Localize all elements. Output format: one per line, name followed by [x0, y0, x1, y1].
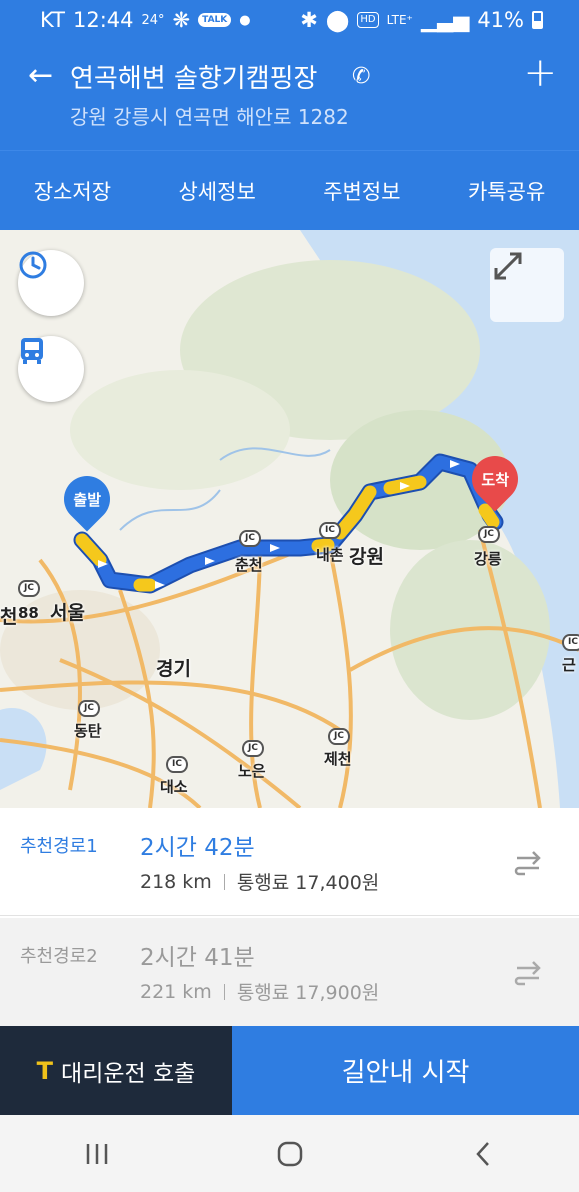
- jc-marker: JC: [78, 700, 100, 717]
- ic-marker: IC: [562, 634, 579, 651]
- map-label-cheon: 천: [0, 606, 18, 628]
- expand-map-button[interactable]: [490, 248, 564, 322]
- jc-marker: JC: [478, 526, 500, 543]
- recent-apps-icon: [86, 1143, 107, 1164]
- map-label-geun: 근: [562, 656, 576, 674]
- route-switch-icon[interactable]: [513, 848, 545, 878]
- jc-marker: JC: [18, 580, 40, 597]
- home-button[interactable]: [260, 1124, 320, 1184]
- tab-nearby[interactable]: 주변정보: [317, 176, 406, 206]
- clock: 12:44: [72, 8, 134, 32]
- route-options-panel: 추천경로1 2시간 42분 218 km 통행료 17,400원 추천경로2 2…: [0, 808, 579, 1026]
- carrier: KT: [40, 8, 65, 32]
- map-label-gangneung: 강릉: [474, 550, 502, 568]
- status-bar: KT 12:44 24° ❋ TALK ● ✱ ⬤ HD LTE⁺ ▁▃▅ 41…: [0, 0, 579, 44]
- back-icon: [475, 1141, 489, 1166]
- battery-percent: 41%: [477, 8, 524, 32]
- bluetooth-icon: ✱: [300, 8, 318, 32]
- map-label-chuncheon: 춘천: [235, 556, 263, 574]
- route-map[interactable]: 출발 도착 JC JC IC JC JC IC JC JC IC 천 88 서울…: [0, 230, 579, 808]
- route-distance: 218 km: [140, 870, 212, 893]
- add-icon[interactable]: +: [523, 50, 557, 96]
- phone-icon[interactable]: ✆: [352, 64, 370, 89]
- place-address: 강원 강릉시 연곡면 해안로 1282: [70, 105, 349, 129]
- map-label-dongtan: 동탄: [74, 722, 102, 740]
- route-name: 추천경로1: [20, 836, 98, 857]
- back-arrow-icon[interactable]: ←: [28, 58, 53, 93]
- ic-marker: IC: [319, 522, 341, 539]
- network-share-icon: ❋: [172, 8, 191, 32]
- transit-button[interactable]: [18, 336, 84, 402]
- tab-kakaotalk-share[interactable]: 카톡공유: [462, 176, 551, 206]
- route-time: 2시간 41분: [140, 945, 255, 971]
- map-label-gyeonggi: 경기: [156, 658, 191, 680]
- temperature: 24°: [141, 12, 165, 28]
- map-label-naechon: 내촌: [316, 546, 344, 564]
- home-icon: [277, 1141, 302, 1166]
- lte-indicator: LTE⁺: [386, 13, 413, 27]
- kakaotalk-icon: TALK: [198, 13, 232, 27]
- route-toll: 통행료 17,900원: [236, 982, 380, 1004]
- ic-marker: IC: [166, 756, 188, 773]
- jc-marker: JC: [328, 728, 350, 745]
- history-button[interactable]: [18, 250, 84, 316]
- route-info: 218 km 통행료 17,400원: [140, 868, 379, 895]
- map-label-seoul: 서울: [50, 602, 85, 624]
- divider: [223, 873, 225, 890]
- map-label-88: 88: [18, 604, 39, 622]
- route-switch-icon[interactable]: [513, 958, 545, 988]
- app-header: ← 연곡해변 솔향기캠핑장 ✆ + 강원 강릉시 연곡면 해안로 1282: [0, 44, 579, 150]
- clock-icon: [19, 251, 47, 279]
- route-name: 추천경로2: [20, 946, 98, 967]
- route-info: 221 km 통행료 17,900원: [140, 978, 379, 1005]
- system-nav-bar: [0, 1115, 579, 1192]
- battery-icon: [532, 11, 543, 29]
- action-tabs: 장소저장 상세정보 주변정보 카톡공유: [0, 150, 579, 230]
- signal-icon: ▁▃▅: [420, 8, 470, 32]
- tmap-logo-icon: T: [36, 1056, 54, 1085]
- start-navigation-label: 길안내 시작: [341, 1058, 470, 1088]
- map-label-jecheon: 제천: [324, 750, 352, 768]
- route-distance: 221 km: [140, 980, 212, 1003]
- designated-driver-button[interactable]: T 대리운전 호출: [0, 1026, 232, 1115]
- expand-icon: [494, 252, 522, 280]
- recent-apps-button[interactable]: [67, 1124, 127, 1184]
- bus-icon: [21, 338, 43, 364]
- location-icon: ⬤: [325, 8, 350, 32]
- route-toll: 통행료 17,400원: [236, 872, 380, 894]
- jc-marker: JC: [242, 740, 264, 757]
- designated-driver-label: 대리운전 호출: [61, 1060, 196, 1087]
- map-label-noeun: 노은: [238, 762, 266, 780]
- divider: [223, 983, 225, 1000]
- place-title: 연곡해변 솔향기캠핑장: [70, 64, 318, 94]
- map-label-daeso: 대소: [160, 778, 188, 796]
- map-label-gangwon: 강원: [349, 546, 384, 568]
- route-option-1[interactable]: 추천경로1 2시간 42분 218 km 통행료 17,400원: [0, 808, 579, 916]
- route-option-2[interactable]: 추천경로2 2시간 41분 221 km 통행료 17,900원: [0, 918, 579, 1026]
- dot-icon: ●: [239, 12, 251, 28]
- jc-marker: JC: [239, 530, 261, 547]
- bottom-actions: T 대리운전 호출 길안내 시작: [0, 1026, 579, 1115]
- start-navigation-button[interactable]: 길안내 시작: [232, 1026, 579, 1115]
- back-button[interactable]: [453, 1124, 513, 1184]
- route-time: 2시간 42분: [140, 835, 255, 861]
- tab-save-place[interactable]: 장소저장: [28, 176, 117, 206]
- tab-details[interactable]: 상세정보: [172, 176, 261, 206]
- hd-voice-icon: HD: [357, 12, 379, 28]
